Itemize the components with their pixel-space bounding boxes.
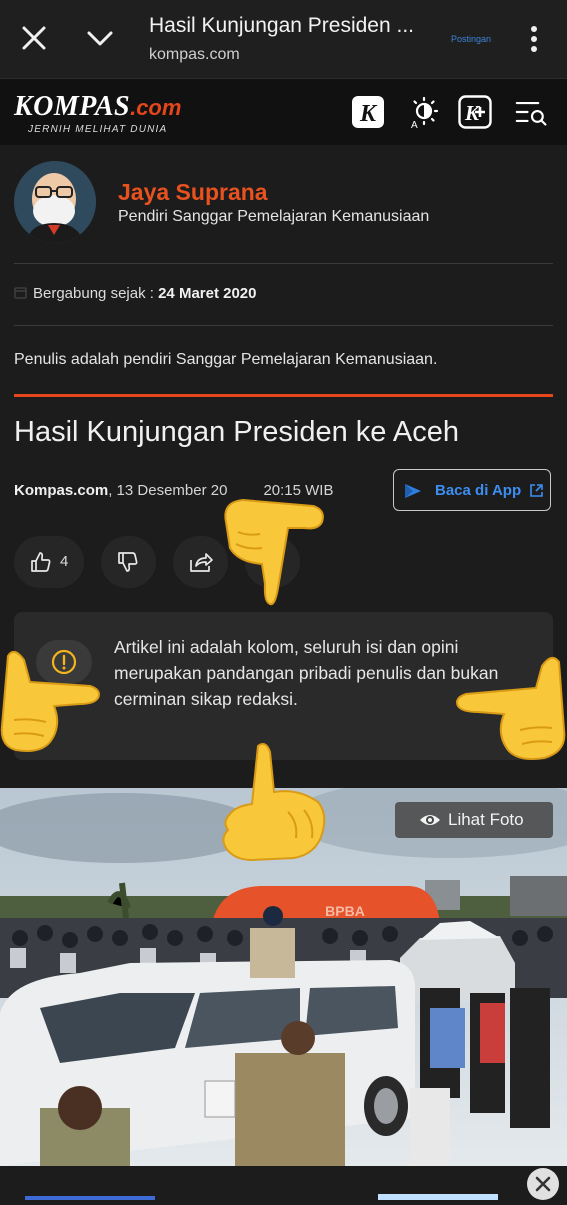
pointing-right-hand-icon [0, 650, 100, 752]
like-button[interactable]: 4 [14, 536, 84, 588]
ad-strip [0, 1166, 567, 1200]
eye-icon [420, 815, 440, 825]
like-count: 4 [60, 553, 69, 570]
k-icon[interactable]: K [351, 95, 385, 129]
share-icon [190, 553, 213, 572]
page-title: Hasil Kunjungan Presiden ... [149, 14, 414, 37]
pointing-left-hand-icon [456, 656, 566, 760]
joined-label: Bergabung sejak : [33, 285, 159, 302]
joined-date: 24 Maret 2020 [158, 285, 257, 302]
svg-text:K: K [359, 101, 378, 127]
read-in-app-button[interactable]: Baca di App [393, 469, 551, 511]
accent-divider [14, 394, 553, 397]
divider [14, 325, 553, 326]
brightness-icon[interactable]: A [405, 95, 439, 129]
kompas-logo[interactable]: KOMPAS.com JERNIH MELIHAT DUNIA [14, 91, 182, 135]
browser-toolbar: Hasil Kunjungan Presiden ... kompas.com … [0, 0, 567, 78]
pointing-down-hand-icon [222, 743, 326, 862]
more-options-icon[interactable] [524, 24, 544, 54]
logo-main: KOMPAS [14, 91, 131, 122]
author-name[interactable]: Jaya Suprana [118, 179, 268, 206]
view-photo-button[interactable]: Lihat Foto [395, 802, 553, 838]
article-title: Hasil Kunjungan Presiden ke Aceh [14, 416, 459, 448]
app-logo-icon [405, 484, 421, 498]
pointing-down-hand-icon [224, 498, 324, 606]
avatar[interactable] [14, 161, 96, 243]
kplus-icon[interactable]: K [458, 95, 492, 129]
postingan-label[interactable]: Postingan [451, 34, 491, 44]
logo-suffix: .com [130, 95, 182, 120]
close-icon [535, 1176, 551, 1192]
menu-search-icon[interactable] [515, 95, 549, 129]
chevron-down-icon[interactable] [84, 24, 116, 54]
author-bio: Penulis adalah pendiri Sanggar Pemelajar… [14, 351, 438, 368]
divider [14, 263, 553, 264]
dislike-button[interactable] [101, 536, 156, 588]
logo-tagline: JERNIH MELIHAT DUNIA [28, 124, 168, 135]
thumbs-up-icon [31, 552, 51, 572]
page-domain: kompas.com [149, 46, 240, 63]
close-ad-button[interactable] [527, 1168, 559, 1200]
calendar-icon [14, 287, 27, 299]
thumbs-down-icon [118, 552, 138, 572]
external-link-icon [530, 484, 543, 497]
view-photo-label: Lihat Foto [448, 810, 524, 829]
close-icon[interactable] [18, 22, 50, 54]
tent-text: BPBA [325, 903, 365, 919]
read-in-app-label: Baca di App [435, 482, 522, 499]
site-header: KOMPAS.com JERNIH MELIHAT DUNIA K A K [0, 79, 567, 145]
article-source[interactable]: Kompas.com [14, 482, 108, 499]
article-date: , 13 Desember 20 [108, 482, 228, 499]
author-role: Pendiri Sanggar Pemelajaran Kemanusiaan [118, 208, 430, 225]
ad-bar [25, 1196, 155, 1200]
svg-text:A: A [411, 120, 418, 129]
joined-info: Bergabung sejak : 24 Maret 2020 [14, 285, 257, 302]
ad-bar [378, 1194, 498, 1200]
